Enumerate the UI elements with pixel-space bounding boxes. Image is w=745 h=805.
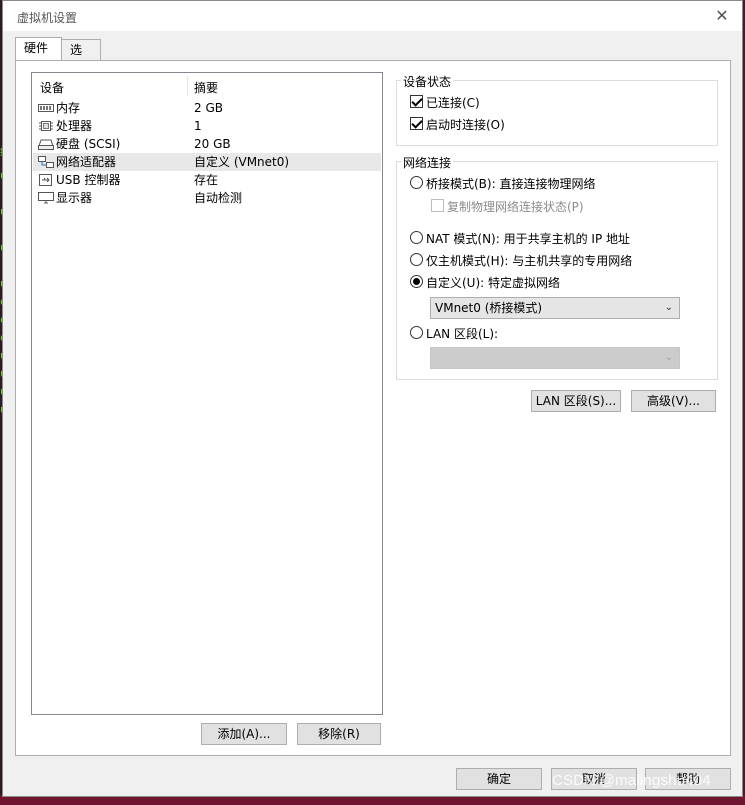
device-name: 硬盘 (SCSI) <box>56 137 121 151</box>
custom-network-select[interactable]: VMnet0 (桥接模式) ⌄ <box>430 297 680 319</box>
monitor-icon <box>38 192 54 204</box>
device-status-title: 设备状态 <box>401 73 454 90</box>
lan-segments-button[interactable]: LAN 区段(S)... <box>531 390 621 412</box>
device-row-display[interactable]: 显示器 自动检测 <box>33 189 381 207</box>
device-row-usb-controller[interactable]: USB 控制器 存在 <box>33 171 381 189</box>
memory-icon <box>38 104 54 112</box>
device-summary: 2 GB <box>194 101 223 115</box>
bridged-label[interactable]: 桥接模式(B): 直接连接物理网络 <box>426 175 595 192</box>
nat-radio[interactable] <box>410 231 423 244</box>
custom-label[interactable]: 自定义(U): 特定虚拟网络 <box>426 274 560 291</box>
device-summary: 自定义 (VMnet0) <box>194 155 290 169</box>
device-row-network-adapter[interactable]: 网络适配器 自定义 (VMnet0) <box>33 153 381 171</box>
host-only-radio[interactable] <box>410 253 423 266</box>
column-header-device[interactable]: 设备 <box>40 79 64 96</box>
remove-device-button[interactable]: 移除(R) <box>297 723 381 745</box>
device-summary: 存在 <box>194 173 219 187</box>
connect-at-power-on-checkbox[interactable] <box>410 117 423 130</box>
column-divider[interactable] <box>187 76 188 96</box>
lan-segment-radio[interactable] <box>410 326 423 339</box>
processor-icon <box>39 121 53 131</box>
network-connection-title: 网络连接 <box>401 154 454 171</box>
lan-segment-label[interactable]: LAN 区段(L): <box>426 325 498 342</box>
watermark: CSDN @malingshu404 <box>552 772 711 789</box>
tab-hardware[interactable]: 硬件 <box>15 37 62 60</box>
device-name: 内存 <box>56 101 81 115</box>
hard-disk-icon <box>38 139 54 150</box>
chevron-down-icon: ⌄ <box>664 352 673 363</box>
vm-settings-dialog: 虚拟机设置 ✕ 硬件 选项 设备 摘要 内存 2 GB 处理器 1 硬盘 (SC… <box>2 0 743 797</box>
device-name: 显示器 <box>56 191 93 205</box>
custom-network-value: VMnet0 (桥接模式) <box>435 301 543 315</box>
network-adapter-icon <box>38 156 54 168</box>
device-summary: 自动检测 <box>194 191 243 205</box>
usb-icon <box>39 174 52 186</box>
device-row-hard-disk[interactable]: 硬盘 (SCSI) 20 GB <box>33 135 381 153</box>
lan-segment-select[interactable]: ⌄ <box>430 347 680 369</box>
dialog-title: 虚拟机设置 <box>17 11 78 25</box>
connected-label[interactable]: 已连接(C) <box>426 94 480 111</box>
title-bar[interactable]: 虚拟机设置 ✕ <box>3 1 742 31</box>
connected-checkbox[interactable] <box>410 95 423 108</box>
device-name: 处理器 <box>56 119 93 133</box>
tab-options[interactable]: 选项 <box>61 39 101 78</box>
column-header-summary[interactable]: 摘要 <box>194 79 218 96</box>
advanced-button[interactable]: 高级(V)... <box>631 390 716 412</box>
device-name: 网络适配器 <box>56 155 117 169</box>
replicate-state-checkbox[interactable] <box>431 199 444 212</box>
device-list[interactable]: 设备 摘要 内存 2 GB 处理器 1 硬盘 (SCSI) 20 GB 网络适配… <box>31 72 383 715</box>
custom-radio[interactable] <box>410 275 423 288</box>
device-name: USB 控制器 <box>56 173 121 187</box>
ok-button[interactable]: 确定 <box>456 768 542 790</box>
device-row-processor[interactable]: 处理器 1 <box>33 117 381 135</box>
close-icon[interactable]: ✕ <box>710 5 734 27</box>
add-device-button[interactable]: 添加(A)... <box>201 723 287 745</box>
host-only-label[interactable]: 仅主机模式(H): 与主机共享的专用网络 <box>426 252 632 269</box>
connect-at-power-on-label[interactable]: 启动时连接(O) <box>426 116 505 133</box>
nat-label[interactable]: NAT 模式(N): 用于共享主机的 IP 地址 <box>426 230 630 247</box>
bridged-radio[interactable] <box>410 176 423 189</box>
replicate-state-label: 复制物理网络连接状态(P) <box>447 200 584 214</box>
device-summary: 1 <box>194 119 202 133</box>
chevron-down-icon: ⌄ <box>664 302 673 313</box>
device-summary: 20 GB <box>194 137 231 151</box>
device-row-memory[interactable]: 内存 2 GB <box>33 99 381 117</box>
